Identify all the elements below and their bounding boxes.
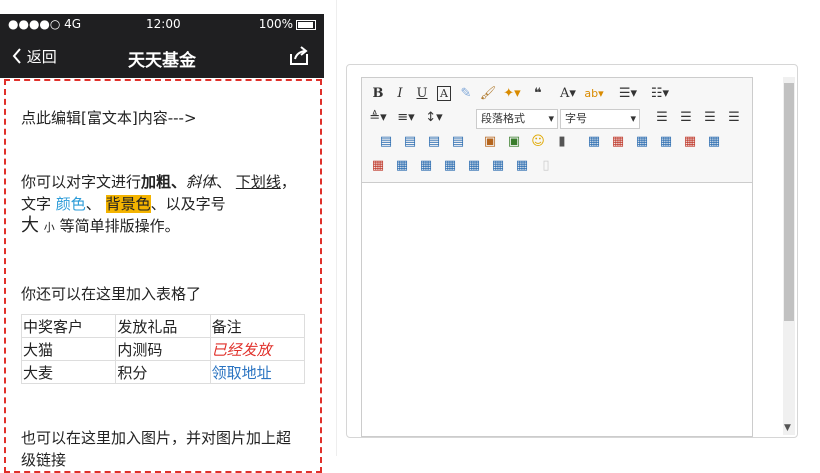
table-row: 中奖客户 发放礼品 备注 (20, 314, 306, 338)
emoji-icon[interactable]: ☺ (528, 132, 548, 152)
line-height-icon[interactable]: ↕▾ (424, 108, 444, 128)
text: 、 (216, 173, 236, 191)
split-cols-icon[interactable]: ▦ (512, 156, 532, 176)
editor-toolbar: B I U A ✎ 🖌 ✦▾ ❝ A▾ ab▾ ☰▾ ☷▾ ≜▾ ≡▾ ↕▾ 段… (362, 78, 752, 183)
table-row: 大麦 积分 领取地址 (20, 360, 306, 384)
merge-down-icon[interactable]: ▦ (440, 156, 460, 176)
share-button[interactable] (288, 46, 310, 70)
colored-text: 颜色 (55, 195, 86, 213)
link-cell[interactable]: 领取地址 (209, 360, 306, 384)
table-cell: 大猫 (20, 337, 117, 361)
rich-text-editor: B I U A ✎ 🖌 ✦▾ ❝ A▾ ab▾ ☰▾ ☷▾ ≜▾ ≡▾ ↕▾ 段… (361, 77, 753, 437)
float-left-icon[interactable]: ▤ (400, 132, 420, 152)
table-cell: 内测码 (115, 337, 211, 361)
edit-hint: 点此编辑[富文本]内容---> (21, 109, 197, 127)
row-spacing-bottom-icon[interactable]: ≡▾ (396, 108, 416, 128)
table-cell: 大麦 (20, 360, 117, 384)
mobile-preview: ●●●●○ 4G 12:00 100% 返回 天天基金 点此编辑[富文本]内容-… (0, 0, 324, 473)
merge-cells-icon[interactable]: ▦ (392, 156, 412, 176)
ordered-list-icon[interactable]: ☰▾ (618, 84, 638, 104)
text: 等简单排版操作。 (59, 217, 180, 235)
divider (336, 0, 337, 456)
highlight-icon[interactable]: ab▾ (584, 84, 604, 104)
text: 、以及字号 (150, 195, 226, 213)
table-cell: 积分 (115, 360, 211, 384)
insert-table-icon[interactable]: ▦ (584, 132, 604, 152)
indent-icon[interactable]: ▤ (376, 132, 396, 152)
font-color-icon[interactable]: A▾ (558, 84, 578, 104)
merge-right-icon[interactable]: ▦ (416, 156, 436, 176)
format-brush-icon[interactable]: 🖌 (478, 84, 498, 104)
float-center-icon[interactable]: ▤ (448, 132, 468, 152)
image-hint: 也可以在这里加入图片，并对图片加上超级链接 (21, 429, 292, 469)
format-paragraph: 你可以对字文进行加粗、斜体、 下划线，文字 颜色、 背景色、以及字号 大 小 等… (21, 171, 305, 239)
page-title: 天天基金 (128, 51, 196, 71)
rich-text-content[interactable]: 点此编辑[富文本]内容---> 你可以对字文进行加粗、斜体、 下划线，文字 颜色… (4, 79, 322, 473)
italic-text: 斜体 (186, 173, 217, 191)
paragraph-format-select[interactable]: 段落格式 ▾ (476, 109, 558, 129)
large-text: 大 (21, 215, 39, 236)
eraser-icon[interactable]: ✎ (456, 84, 476, 104)
nav-bar: 返回 天天基金 (0, 36, 324, 78)
split-rows-icon[interactable]: ▦ (488, 156, 508, 176)
battery-indicator: 100% (259, 17, 316, 31)
underline-text: 下划线 (235, 173, 281, 191)
float-right-icon[interactable]: ▤ (424, 132, 444, 152)
split-cells-icon[interactable]: ▦ (464, 156, 484, 176)
small-text: 小 (43, 221, 55, 234)
table-cell: 中奖客户 (20, 314, 117, 338)
signal-indicator: ●●●●○ 4G (8, 17, 82, 31)
insert-col-icon[interactable]: ▦ (704, 132, 724, 152)
font-border-icon[interactable]: A (434, 84, 454, 104)
status-bar: ●●●●○ 4G 12:00 100% (0, 14, 324, 36)
text: 、 (171, 173, 187, 191)
align-center-icon[interactable]: ☰ (676, 108, 696, 128)
scroll-down-icon[interactable]: ▼ (784, 423, 791, 433)
quote-icon[interactable]: ❝ (528, 84, 548, 104)
table-row: 大猫 内测码 已经发放 (20, 337, 306, 361)
select-label: 字号 (565, 112, 587, 125)
row-spacing-top-icon[interactable]: ≜▾ (368, 108, 388, 128)
clock: 12:00 (146, 17, 181, 31)
text: 你可以对字文进行 (21, 173, 142, 191)
unordered-list-icon[interactable]: ☷▾ (650, 84, 670, 104)
chevron-down-icon: ▾ (548, 112, 554, 125)
align-right-icon[interactable]: ☰ (700, 108, 720, 128)
font-size-select[interactable]: 字号 ▾ (560, 109, 640, 129)
delete-table-icon[interactable]: ▦ (608, 132, 628, 152)
align-left-icon[interactable]: ☰ (652, 108, 672, 128)
prize-table: 中奖客户 发放礼品 备注 大猫 内测码 已经发放 大麦 积分 领取地址 (20, 314, 306, 384)
italic-icon[interactable]: I (390, 84, 410, 104)
delete-row-icon[interactable]: ▦ (680, 132, 700, 152)
delete-col-icon[interactable]: ▦ (368, 156, 388, 176)
table-cell: 发放礼品 (115, 314, 211, 338)
image-icon[interactable]: ▣ (480, 132, 500, 152)
bold-icon[interactable]: B (368, 84, 388, 104)
align-justify-icon[interactable]: ☰ (724, 108, 744, 128)
editor-scrollbar[interactable]: ▼ (783, 77, 795, 435)
table-cell: 备注 (209, 314, 306, 338)
scrollbar-thumb[interactable] (784, 83, 794, 321)
share-icon (290, 46, 308, 65)
underline-icon[interactable]: U (412, 84, 432, 104)
text: 、 (85, 195, 106, 213)
bold-text: 加粗 (141, 173, 172, 191)
table-cell: 已经发放 (209, 337, 306, 361)
insert-paragraph-icon[interactable]: ▦ (632, 132, 652, 152)
document-icon: ▯ (542, 158, 550, 173)
highlighted-text: 背景色 (105, 195, 151, 213)
multi-image-icon[interactable]: ▣ (504, 132, 524, 152)
select-label: 段落格式 (481, 112, 525, 125)
insert-row-icon[interactable]: ▦ (656, 132, 676, 152)
magic-wand-icon[interactable]: ✦▾ (502, 84, 522, 104)
battery-icon (296, 19, 316, 30)
editor-panel: B I U A ✎ 🖌 ✦▾ ❝ A▾ ab▾ ☰▾ ☷▾ ≜▾ ≡▾ ↕▾ 段… (346, 64, 798, 438)
chevron-down-icon: ▾ (630, 112, 636, 125)
video-icon[interactable]: ▮ (552, 132, 572, 152)
table-intro: 你还可以在这里加入表格了 (21, 285, 202, 303)
